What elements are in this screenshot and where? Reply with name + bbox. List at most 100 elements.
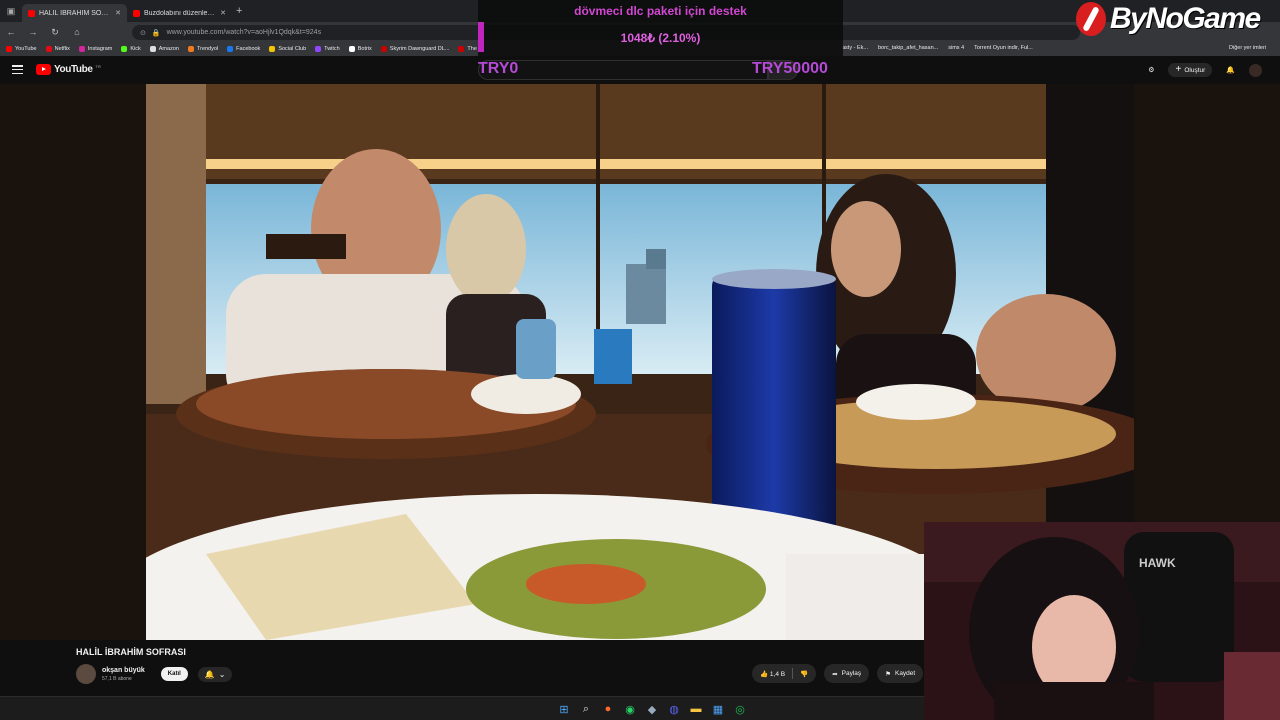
channel-avatar[interactable] <box>76 664 96 684</box>
new-tab-icon[interactable]: + <box>236 5 242 17</box>
join-button[interactable]: Katıl <box>160 667 188 681</box>
bookmark-item[interactable]: Amazon <box>149 46 179 52</box>
spotify-icon[interactable]: ◎ <box>732 701 748 717</box>
forward-icon[interactable]: → <box>28 27 38 37</box>
thumbs-up-icon: 👍 <box>760 670 769 678</box>
close-tab-icon[interactable]: ✕ <box>220 9 226 17</box>
bookmark-icon <box>458 46 465 52</box>
browser-tab-active[interactable]: HALİL İBRAHİM SOFRASI - YouTube ✕ <box>22 4 127 22</box>
bookmark-item[interactable]: Twitch <box>315 46 340 52</box>
bookmark-item[interactable]: Kick <box>121 46 141 52</box>
bookmark-item[interactable]: Skyrim Dawnguard DL... <box>380 46 449 52</box>
netflix-icon <box>45 46 52 52</box>
youtube-wordmark: YouTube <box>54 64 93 75</box>
share-button[interactable]: ➦ Paylaş <box>824 664 870 683</box>
kick-icon <box>121 46 128 52</box>
search-input[interactable] <box>478 60 768 80</box>
like-button[interactable]: 👍 1,4 B <box>760 670 785 678</box>
amazon-icon <box>149 46 156 52</box>
tab-search-icon[interactable]: ▣ <box>0 0 22 22</box>
bookmark-item[interactable]: YouTube <box>6 46 37 52</box>
subscriber-count: 57,1 B abone <box>102 675 132 682</box>
account-avatar[interactable] <box>1249 63 1262 77</box>
app-icon[interactable]: ▦ <box>710 701 726 717</box>
url-text: www.youtube.com/watch?v=aoHjlv1Qdqk&t=92… <box>166 29 322 36</box>
bookmark-item[interactable]: Netflix <box>45 46 70 52</box>
instagram-icon <box>78 46 85 52</box>
other-bookmarks[interactable]: Diğer yer imleri <box>1229 45 1266 51</box>
tab-title: HALİL İBRAHİM SOFRASI - YouTube <box>39 9 111 17</box>
screen: ▣ HALİL İBRAHİM SOFRASI - YouTube ✕ Buzd… <box>0 0 1280 720</box>
bookmark-item[interactable]: Torrent Oyun indir, Ful... <box>974 45 1033 51</box>
bynogame-wordmark: ByNoGame <box>1110 2 1261 35</box>
ambient-left <box>0 84 146 640</box>
taskbar-icons: ⊞ ⌕ ● ◉ ◆ ◍ ▬ ▦ ◎ <box>556 701 748 717</box>
chair-brand-text: HAWK <box>1139 556 1176 570</box>
video-actions: 👍 1,4 B 👎 ➦ Paylaş ⚑ Kaydet <box>752 664 924 683</box>
search-icon[interactable]: ⌕ <box>578 701 594 717</box>
save-button[interactable]: ⚑ Kaydet <box>877 664 924 683</box>
country-code: TR <box>95 64 101 69</box>
twitch-icon <box>315 46 322 52</box>
like-dislike-group: 👍 1,4 B 👎 <box>752 664 817 683</box>
steam-icon[interactable]: ◆ <box>644 701 660 717</box>
bookmark-item[interactable]: borc_takip_afet_hasan... <box>878 45 938 51</box>
share-icon: ➦ <box>832 670 838 678</box>
header-actions: ⚙ + Oluştur 🔔 <box>1148 63 1262 77</box>
like-count: 1,4 B <box>769 670 786 678</box>
site-info-icon[interactable]: ⊙ <box>140 29 146 37</box>
trendyol-icon <box>187 46 194 52</box>
social-club-icon <box>269 46 276 52</box>
botrix-icon <box>348 46 355 52</box>
youtube-icon <box>6 46 12 52</box>
bookmark-item[interactable]: Social Club <box>269 46 306 52</box>
youtube-logo[interactable]: YouTube TR <box>36 64 101 75</box>
back-icon[interactable]: ← <box>6 27 16 37</box>
close-tab-icon[interactable]: ✕ <box>115 9 121 17</box>
tab-title: Buzdolabını düzenleyin - YouTube <box>144 9 217 17</box>
discord-icon[interactable]: ◍ <box>666 701 682 717</box>
bookmark-item[interactable]: Botrix <box>348 46 372 52</box>
goal-end-label: TRY50000 <box>752 60 828 77</box>
bynogame-mark-icon <box>1076 2 1106 36</box>
youtube-favicon-icon <box>133 9 140 17</box>
bookmark-item[interactable]: Trendyol <box>187 46 218 52</box>
bynogame-logo: ByNoGame <box>1076 2 1261 36</box>
video-title: HALİL İBRAHİM SOFRASI <box>76 647 186 657</box>
donation-goal-amount: 1048₺ (2.10%) <box>620 31 701 45</box>
plus-icon: + <box>1175 64 1182 75</box>
bookmark-item[interactable]: sims 4 <box>948 45 964 51</box>
bookmark-item[interactable]: Facebook <box>227 46 260 52</box>
thumbs-down-icon[interactable]: 👎 <box>800 670 808 678</box>
browser-icon[interactable]: ● <box>600 701 616 717</box>
home-icon[interactable]: ⌂ <box>72 27 82 37</box>
donation-goal-title: dövmeci dlc paketi için destek <box>574 4 747 18</box>
webcam-frame: HAWK <box>924 522 1280 720</box>
create-button[interactable]: + Oluştur <box>1168 63 1213 77</box>
ambient-right <box>1134 84 1280 524</box>
bookmark-item[interactable]: Instagram <box>78 46 112 52</box>
reload-icon[interactable]: ↻ <box>50 27 60 38</box>
whatsapp-icon[interactable]: ◉ <box>622 701 638 717</box>
divider <box>792 668 794 679</box>
bookmark-icon <box>380 46 387 52</box>
os-taskbar: ⊞ ⌕ ● ◉ ◆ ◍ ▬ ▦ ◎ <box>0 696 924 720</box>
notifications-bell-icon[interactable]: 🔔 <box>1226 66 1235 74</box>
browser-tab[interactable]: Buzdolabını düzenleyin - YouTube ✕ <box>127 4 232 22</box>
folder-icon[interactable]: ▬ <box>688 701 704 717</box>
channel-name[interactable]: okşan büyük <box>102 667 145 674</box>
streamer-webcam: HAWK <box>924 522 1280 720</box>
chevron-down-icon: ⌄ <box>218 669 226 679</box>
lock-icon: 🔒 <box>151 29 161 37</box>
channel-row: okşan büyük 57,1 B abone Katıl 🔔 ⌄ <box>76 662 233 686</box>
bookmark-item[interactable]: asty - Ek... <box>842 45 868 51</box>
subscription-bell-button[interactable]: 🔔 ⌄ <box>197 666 233 682</box>
settings-gear-icon[interactable]: ⚙ <box>1148 66 1154 74</box>
bookmarks-right-group: asty - Ek... borc_takip_afet_hasan... si… <box>842 45 1033 51</box>
goal-start-label: TRY0 <box>478 60 519 77</box>
menu-icon[interactable] <box>12 65 23 74</box>
windows-start-icon[interactable]: ⊞ <box>556 701 572 717</box>
facebook-icon <box>227 46 234 52</box>
bell-icon: 🔔 <box>204 669 215 679</box>
youtube-favicon-icon <box>28 9 35 17</box>
